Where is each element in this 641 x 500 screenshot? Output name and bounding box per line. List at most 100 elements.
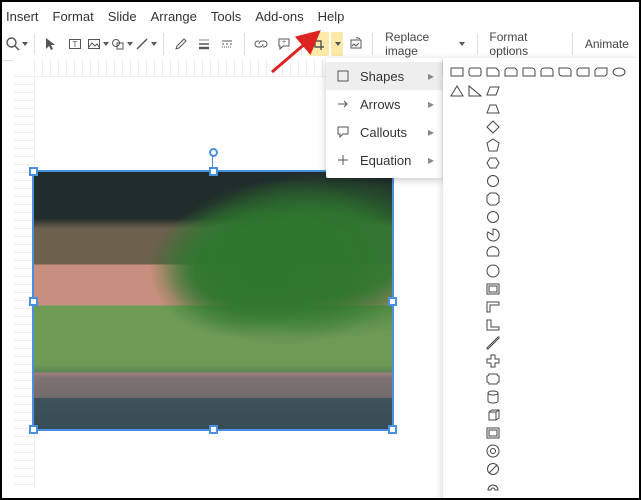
line-icon [135, 37, 149, 51]
shape-no[interactable] [485, 461, 501, 477]
shape-diamond[interactable] [485, 119, 501, 135]
menu-item-callouts[interactable]: Callouts ▸ [326, 118, 442, 146]
shape-trapezoid[interactable] [485, 101, 501, 117]
shape-block-arc[interactable] [485, 479, 501, 495]
shape-round-diag[interactable] [557, 64, 573, 80]
divider [572, 33, 573, 55]
resize-handle-nw[interactable] [29, 167, 38, 176]
resize-handle-s[interactable] [209, 425, 218, 434]
divider [244, 33, 245, 55]
shape-snip-diag[interactable] [593, 64, 609, 80]
shape-teardrop[interactable] [485, 263, 501, 279]
replace-image[interactable]: Replace image [379, 32, 470, 56]
divider [301, 33, 302, 55]
format-options[interactable]: Format options [483, 32, 566, 56]
shape-cube[interactable] [485, 407, 501, 423]
comment-icon: + [277, 37, 291, 51]
shape-round-1[interactable] [521, 64, 537, 80]
crop-button[interactable] [308, 32, 329, 56]
divider [477, 33, 478, 55]
shape-cross[interactable] [485, 353, 501, 369]
dash-icon [220, 37, 234, 51]
shape-round-2[interactable] [539, 64, 555, 80]
resize-handle-n[interactable] [209, 167, 218, 176]
reset-image[interactable] [345, 32, 366, 56]
shapes-basic-grid [449, 64, 633, 500]
crop-icon [311, 37, 325, 51]
shape-round-rect[interactable] [467, 64, 483, 80]
shape-ellipse[interactable] [611, 64, 627, 80]
shape-plaque[interactable] [485, 371, 501, 387]
submenu-arrow-icon: ▸ [428, 153, 434, 167]
menu-arrange[interactable]: Arrange [151, 9, 197, 24]
animate[interactable]: Animate [579, 32, 635, 56]
menu-addons[interactable]: Add-ons [255, 9, 303, 24]
shape-snip-round[interactable] [575, 64, 591, 80]
submenu-arrow-icon: ▸ [428, 69, 434, 83]
menu-help[interactable]: Help [318, 9, 345, 24]
shape-decagon[interactable] [485, 209, 501, 225]
selected-image[interactable] [34, 172, 392, 429]
equation-icon [334, 151, 352, 169]
menu-item-equation[interactable]: Equation ▸ [326, 146, 442, 174]
menu-bar: Insert Format Slide Arrange Tools Add-on… [2, 2, 639, 28]
shape-l[interactable] [485, 317, 501, 333]
menu-item-label: Equation [360, 153, 428, 168]
shape-hexagon[interactable] [485, 155, 501, 171]
link-button[interactable] [250, 32, 271, 56]
image-tool[interactable] [87, 32, 109, 56]
shape-parallelogram[interactable] [485, 83, 501, 99]
resize-handle-e[interactable] [388, 297, 397, 306]
shape-chord[interactable] [485, 245, 501, 261]
submenu-arrow-icon: ▸ [428, 97, 434, 111]
submenu-arrow-icon: ▸ [428, 125, 434, 139]
app-window: Insert Format Slide Arrange Tools Add-on… [0, 0, 641, 500]
menu-tools[interactable]: Tools [211, 9, 241, 24]
shape-heptagon[interactable] [485, 173, 501, 189]
shape-can[interactable] [485, 389, 501, 405]
link-icon [254, 37, 268, 51]
image-content [34, 172, 392, 429]
shape-octagon[interactable] [485, 191, 501, 207]
menu-item-label: Shapes [360, 69, 428, 84]
shape-frame[interactable] [485, 281, 501, 297]
menu-item-shapes[interactable]: Shapes ▸ [326, 62, 442, 90]
resize-handle-w[interactable] [29, 297, 38, 306]
menu-slide[interactable]: Slide [108, 9, 137, 24]
shape-half-frame[interactable] [485, 299, 501, 315]
rotate-handle[interactable] [209, 148, 218, 157]
textbox-tool[interactable]: T [64, 32, 85, 56]
border-dash[interactable] [216, 32, 237, 56]
menu-insert[interactable]: Insert [6, 9, 39, 24]
shape-pie[interactable] [485, 227, 501, 243]
shape-pentagon[interactable] [485, 137, 501, 153]
zoom-button[interactable] [6, 32, 28, 56]
menu-format[interactable]: Format [53, 9, 94, 24]
border-color[interactable] [170, 32, 191, 56]
shape-triangle[interactable] [449, 83, 465, 99]
textbox-icon: T [68, 37, 82, 51]
shape-right-triangle[interactable] [467, 83, 483, 99]
shape-donut[interactable] [485, 443, 501, 459]
comment-button[interactable]: + [274, 32, 295, 56]
border-weight[interactable] [193, 32, 214, 56]
image-icon [87, 37, 101, 51]
shape-snip-rect[interactable] [485, 64, 501, 80]
mask-dropdown[interactable] [331, 32, 343, 56]
shape-bevel[interactable] [485, 425, 501, 441]
shape-diag-stripe[interactable] [485, 335, 501, 351]
select-tool[interactable] [41, 32, 62, 56]
cursor-icon [44, 37, 58, 51]
shape-snip-2[interactable] [503, 64, 519, 80]
menu-item-arrows[interactable]: Arrows ▸ [326, 90, 442, 118]
shapes-gallery [443, 58, 639, 500]
shape-icon [111, 37, 125, 51]
menu-item-label: Arrows [360, 97, 428, 112]
resize-handle-se[interactable] [388, 425, 397, 434]
shape-rect[interactable] [449, 64, 465, 80]
shape-tool[interactable] [111, 32, 133, 56]
menu-item-label: Callouts [360, 125, 428, 140]
resize-handle-sw[interactable] [29, 425, 38, 434]
line-tool[interactable] [135, 32, 157, 56]
pen-icon [174, 37, 188, 51]
